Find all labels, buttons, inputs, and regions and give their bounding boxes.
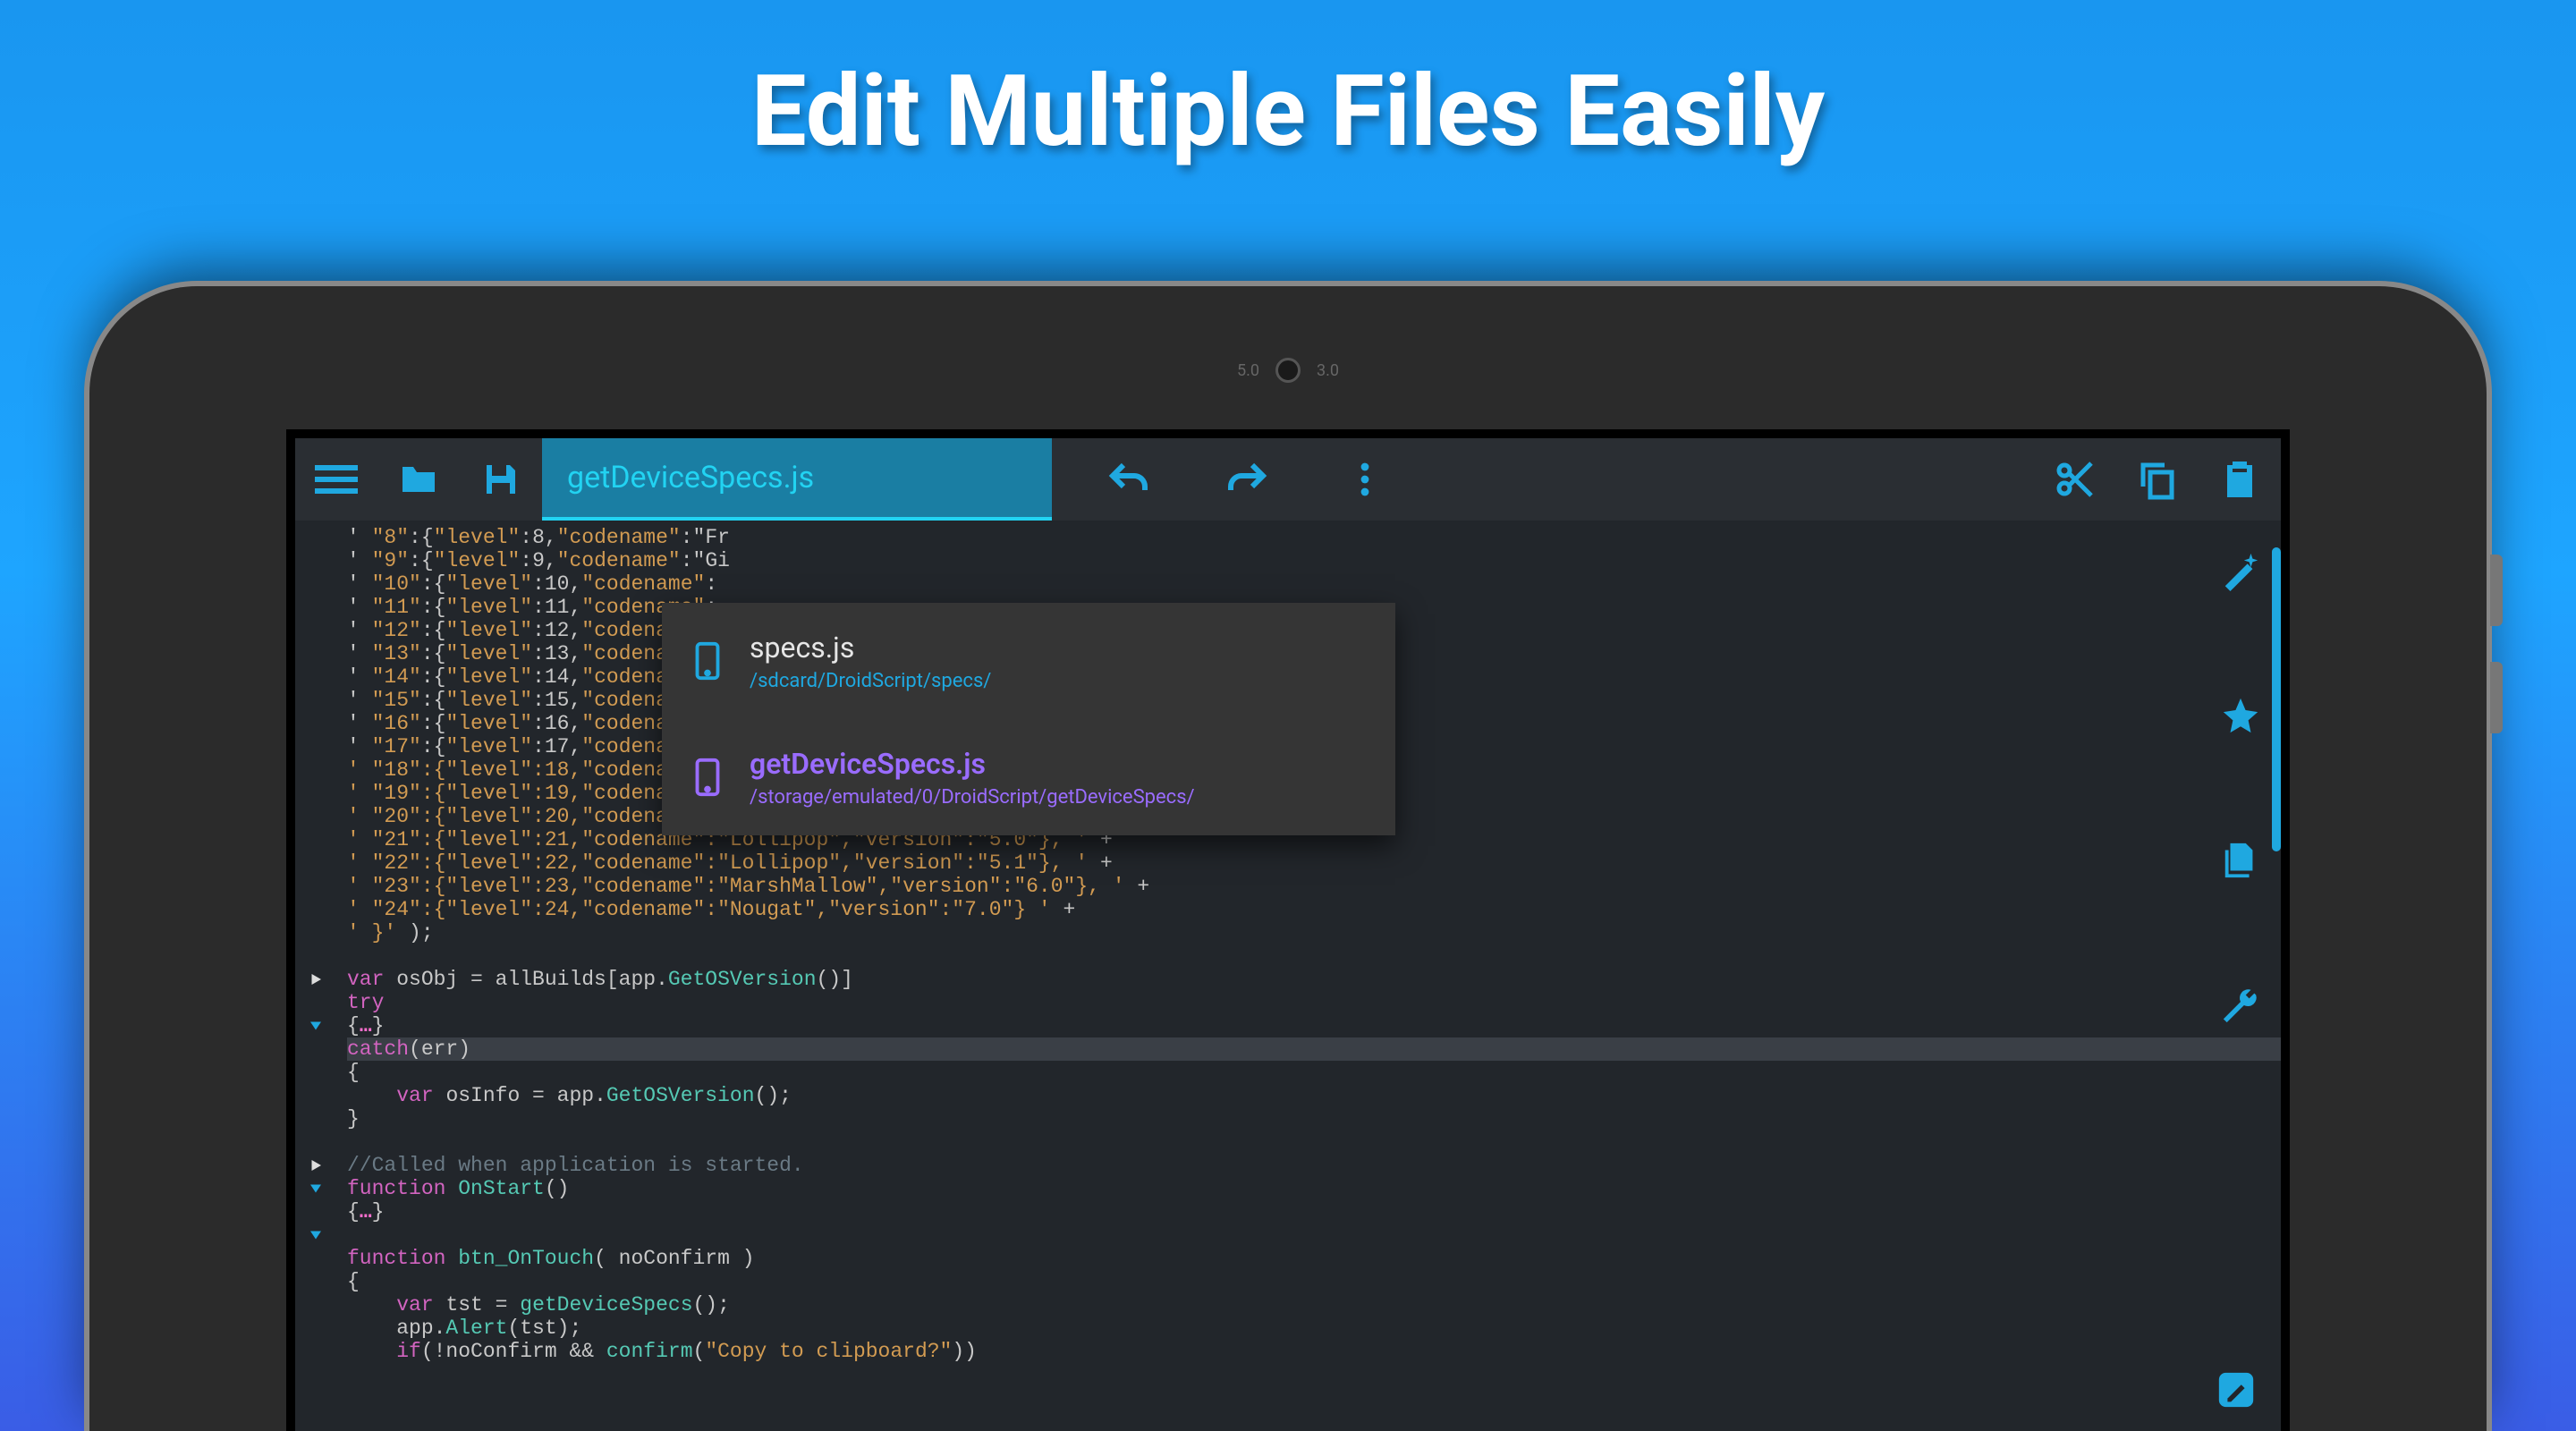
promo-headline: Edit Multiple Files Easily <box>0 0 2576 169</box>
editor-area: ' "8":{"level":8,"codename":"Fr' "9":{"l… <box>295 521 2281 1431</box>
more-vertical-icon <box>1343 458 1386 501</box>
clipboard-icon <box>2218 458 2261 501</box>
tablet-frame: 5.03.0 getDeviceSpecs.js <box>89 286 2487 1431</box>
main-toolbar: getDeviceSpecs.js <box>295 438 2281 521</box>
save-icon <box>479 458 522 501</box>
folder-icon <box>397 458 440 501</box>
edit-button[interactable] <box>2213 1367 2259 1413</box>
dropdown-file-name: getDeviceSpecs.js <box>750 747 1195 781</box>
files-icon <box>2220 840 2261 881</box>
phone-icon <box>687 757 728 798</box>
active-file-tab[interactable]: getDeviceSpecs.js <box>542 438 1052 521</box>
paste-button[interactable] <box>2199 438 2281 521</box>
scissors-icon <box>2054 458 2097 501</box>
redo-icon <box>1225 458 1268 501</box>
overflow-button[interactable] <box>1324 438 1406 521</box>
dropdown-file-path: /storage/emulated/0/DroidScript/getDevic… <box>750 786 1195 809</box>
right-tool-rail <box>2200 521 2281 1431</box>
star-icon <box>2220 695 2261 736</box>
dropdown-file-item[interactable]: getDeviceSpecs.js /storage/emulated/0/Dr… <box>662 719 1395 835</box>
scrollbar-accent[interactable] <box>2272 547 2281 851</box>
dropdown-file-name: specs.js <box>750 631 991 665</box>
dropdown-file-path: /sdcard/DroidScript/specs/ <box>750 670 991 692</box>
code-editor-app: getDeviceSpecs.js <box>286 429 2290 1431</box>
magic-wand-button[interactable] <box>2217 547 2264 594</box>
camera-strip: 5.03.0 <box>1237 358 1339 383</box>
cut-button[interactable] <box>2034 438 2116 521</box>
active-tab-label: getDeviceSpecs.js <box>567 460 814 495</box>
favorite-button[interactable] <box>2217 692 2264 739</box>
wand-icon <box>2220 550 2261 591</box>
volume-down-button <box>2490 662 2503 733</box>
dropdown-file-item[interactable]: specs.js /sdcard/DroidScript/specs/ <box>662 603 1395 719</box>
settings-button[interactable] <box>2217 982 2264 1029</box>
copy-icon <box>2136 458 2179 501</box>
phone-icon <box>687 640 728 682</box>
copy-button[interactable] <box>2116 438 2199 521</box>
undo-button[interactable] <box>1088 438 1170 521</box>
redo-button[interactable] <box>1206 438 1288 521</box>
open-files-dropdown: specs.js /sdcard/DroidScript/specs/ getD… <box>662 603 1395 835</box>
hamburger-icon <box>315 458 358 501</box>
volume-up-button <box>2490 555 2503 626</box>
save-button[interactable] <box>460 438 542 521</box>
undo-icon <box>1107 458 1150 501</box>
open-folder-button[interactable] <box>377 438 460 521</box>
menu-button[interactable] <box>295 438 377 521</box>
wrench-icon <box>2220 985 2261 1026</box>
files-button[interactable] <box>2217 837 2264 884</box>
fold-gutter[interactable] <box>295 521 336 1431</box>
pencil-box-icon <box>2216 1369 2257 1410</box>
